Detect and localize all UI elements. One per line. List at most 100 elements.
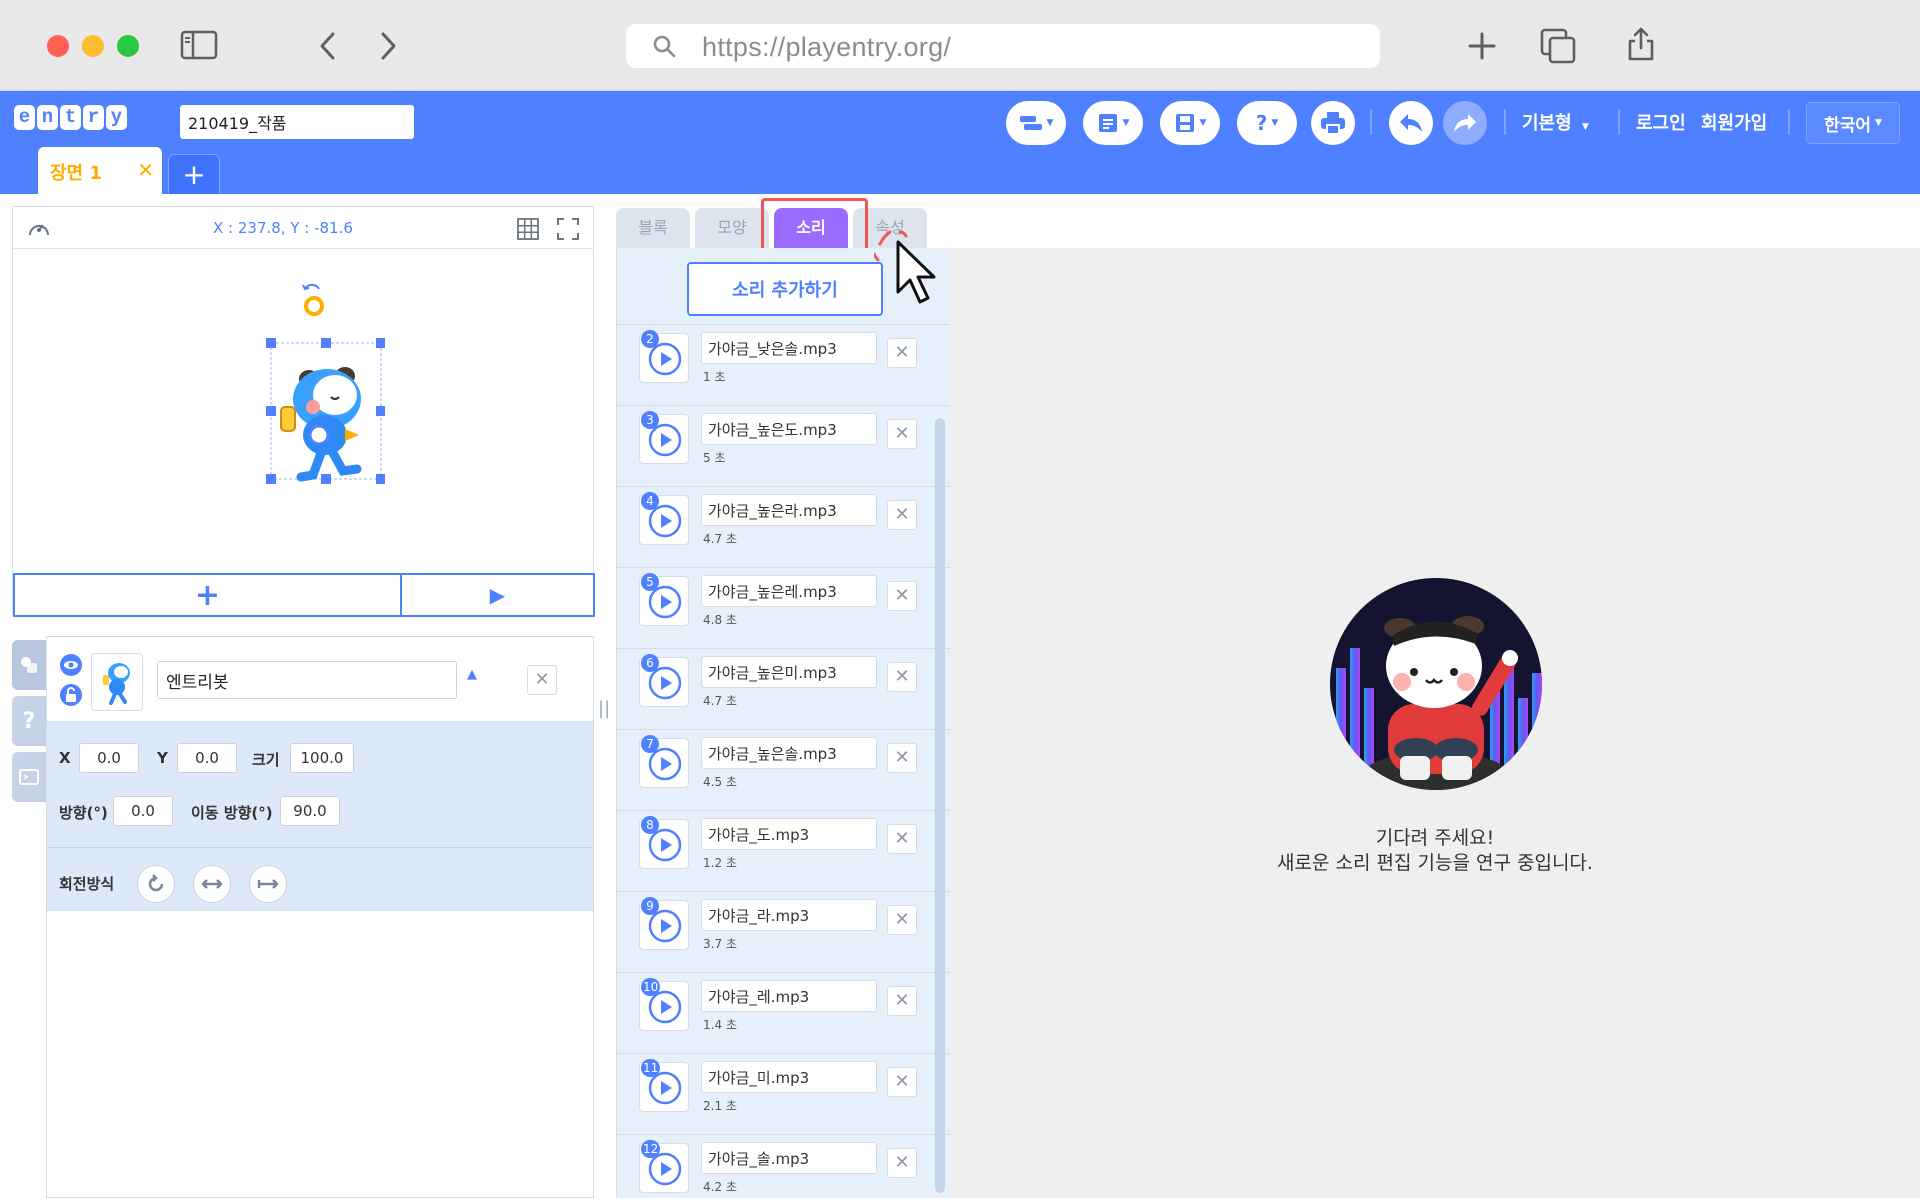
add-sound-button[interactable]: 소리 추가하기: [687, 262, 883, 316]
move-direction-label: 이동 방향(°): [191, 804, 273, 822]
close-scene-icon[interactable]: ✕: [137, 158, 154, 182]
delete-sound-button[interactable]: ✕: [887, 986, 917, 1016]
sound-number-badge: 2: [641, 330, 659, 348]
sound-item[interactable]: 5 4.8 초 ✕: [617, 569, 951, 649]
panel-resize-handle[interactable]: ||: [598, 698, 610, 720]
sound-duration: 1 초: [703, 370, 726, 384]
scene-tab[interactable]: 장면 1 ✕: [38, 147, 162, 194]
sound-item[interactable]: 9 3.7 초 ✕: [617, 893, 951, 973]
close-window-button[interactable]: [47, 35, 69, 57]
side-tab-help[interactable]: ?: [12, 696, 46, 746]
delete-sound-button[interactable]: ✕: [887, 743, 917, 773]
side-tab-console[interactable]: [12, 752, 46, 802]
sound-name-input[interactable]: [701, 980, 877, 1012]
print-button[interactable]: [1311, 101, 1355, 145]
fullscreen-icon[interactable]: [557, 218, 579, 240]
redo-button[interactable]: [1443, 101, 1487, 145]
forward-icon[interactable]: [378, 31, 398, 61]
project-name-input[interactable]: [180, 105, 414, 139]
tab-blocks[interactable]: 블록: [616, 208, 690, 248]
sound-item[interactable]: 10 1.4 초 ✕: [617, 974, 951, 1054]
sound-name-input[interactable]: [701, 818, 877, 850]
back-icon[interactable]: [318, 31, 338, 61]
language-select[interactable]: 한국어 ▼: [1806, 102, 1900, 144]
delete-sound-button[interactable]: ✕: [887, 662, 917, 692]
sound-item-divider: [617, 1053, 951, 1054]
x-input[interactable]: [79, 743, 139, 773]
tab-shapes[interactable]: 모양: [695, 208, 769, 248]
sound-name-input[interactable]: [701, 494, 877, 526]
block-menu-button[interactable]: ▼: [1006, 101, 1066, 145]
direction-input[interactable]: [113, 796, 173, 826]
flip-horizontal-icon: [201, 879, 223, 889]
login-link[interactable]: 로그인: [1636, 109, 1686, 135]
grid-icon[interactable]: [517, 218, 539, 240]
object-name-input[interactable]: [157, 661, 457, 699]
sound-item[interactable]: 11 2.1 초 ✕: [617, 1055, 951, 1135]
delete-sound-button[interactable]: ✕: [887, 500, 917, 530]
zoom-window-button[interactable]: [117, 35, 139, 57]
speed-gauge-icon[interactable]: [27, 218, 51, 238]
undo-button[interactable]: [1389, 101, 1433, 145]
sound-duration: 5 초: [703, 451, 726, 465]
sound-item[interactable]: 2 1 초 ✕: [617, 326, 951, 406]
sound-name-input[interactable]: [701, 575, 877, 607]
delete-sound-button[interactable]: ✕: [887, 338, 917, 368]
visibility-eye-icon[interactable]: [59, 653, 83, 677]
object-thumbnail[interactable]: [91, 653, 143, 711]
sound-name-input[interactable]: [701, 656, 877, 688]
delete-object-button[interactable]: ✕: [527, 665, 557, 695]
y-input[interactable]: [177, 743, 237, 773]
size-input[interactable]: [290, 743, 354, 773]
language-label: 한국어: [1824, 115, 1871, 136]
sound-item[interactable]: 3 5 초 ✕: [617, 407, 951, 487]
undo-icon: [1400, 114, 1422, 132]
sound-item[interactable]: 12 4.2 초 ✕: [617, 1136, 951, 1203]
sound-item[interactable]: 4 4.7 초 ✕: [617, 488, 951, 568]
sound-name-input[interactable]: [701, 413, 877, 445]
add-object-button[interactable]: +: [15, 575, 402, 615]
collapse-arrow-icon[interactable]: ▲: [467, 667, 477, 682]
sound-item[interactable]: 8 1.2 초 ✕: [617, 812, 951, 892]
sidebar-toggle-icon[interactable]: [180, 30, 218, 60]
new-tab-icon[interactable]: [1468, 32, 1496, 60]
rotation-free-button[interactable]: [137, 865, 175, 903]
sound-item[interactable]: 7 4.5 초 ✕: [617, 731, 951, 811]
tabs-icon[interactable]: [1540, 28, 1576, 64]
delete-sound-button[interactable]: ✕: [887, 1067, 917, 1097]
save-menu-button[interactable]: ▼: [1160, 101, 1220, 145]
delete-sound-button[interactable]: ✕: [887, 824, 917, 854]
delete-sound-button[interactable]: ✕: [887, 581, 917, 611]
entry-logo[interactable]: e n t r y: [14, 105, 127, 130]
delete-sound-button[interactable]: ✕: [887, 419, 917, 449]
mode-select[interactable]: 기본형 ▼: [1522, 109, 1589, 135]
sound-item[interactable]: 6 4.7 초 ✕: [617, 650, 951, 730]
side-tab-objects[interactable]: [12, 640, 46, 690]
scene-tab-label: 장면 1: [50, 163, 102, 184]
rotation-horizontal-button[interactable]: [193, 865, 231, 903]
run-button[interactable]: ▶: [402, 575, 593, 615]
x-label: X: [59, 749, 71, 767]
rotation-none-button[interactable]: [249, 865, 287, 903]
sound-name-input[interactable]: [701, 899, 877, 931]
sound-number-badge: 12: [641, 1140, 661, 1158]
sound-list-scrollbar[interactable]: [935, 418, 945, 1193]
sound-name-input[interactable]: [701, 1142, 877, 1174]
sound-name-input[interactable]: [701, 737, 877, 769]
sound-item-divider: [617, 891, 951, 892]
sound-name-input[interactable]: [701, 332, 877, 364]
entrybot-sprite[interactable]: [235, 277, 385, 487]
share-icon[interactable]: [1626, 26, 1656, 62]
delete-sound-button[interactable]: ✕: [887, 905, 917, 935]
sound-name-input[interactable]: [701, 1061, 877, 1093]
address-bar[interactable]: https://playentry.org/: [626, 24, 1380, 68]
signup-link[interactable]: 회원가입: [1701, 109, 1767, 135]
minimize-window-button[interactable]: [82, 35, 104, 57]
add-scene-button[interactable]: +: [168, 154, 220, 194]
lock-icon[interactable]: [59, 683, 83, 707]
help-menu-button[interactable]: ? ▼: [1237, 101, 1297, 145]
redo-icon: [1454, 114, 1476, 132]
delete-sound-button[interactable]: ✕: [887, 1148, 917, 1178]
move-direction-input[interactable]: [280, 796, 340, 826]
project-menu-button[interactable]: ▼: [1083, 101, 1143, 145]
